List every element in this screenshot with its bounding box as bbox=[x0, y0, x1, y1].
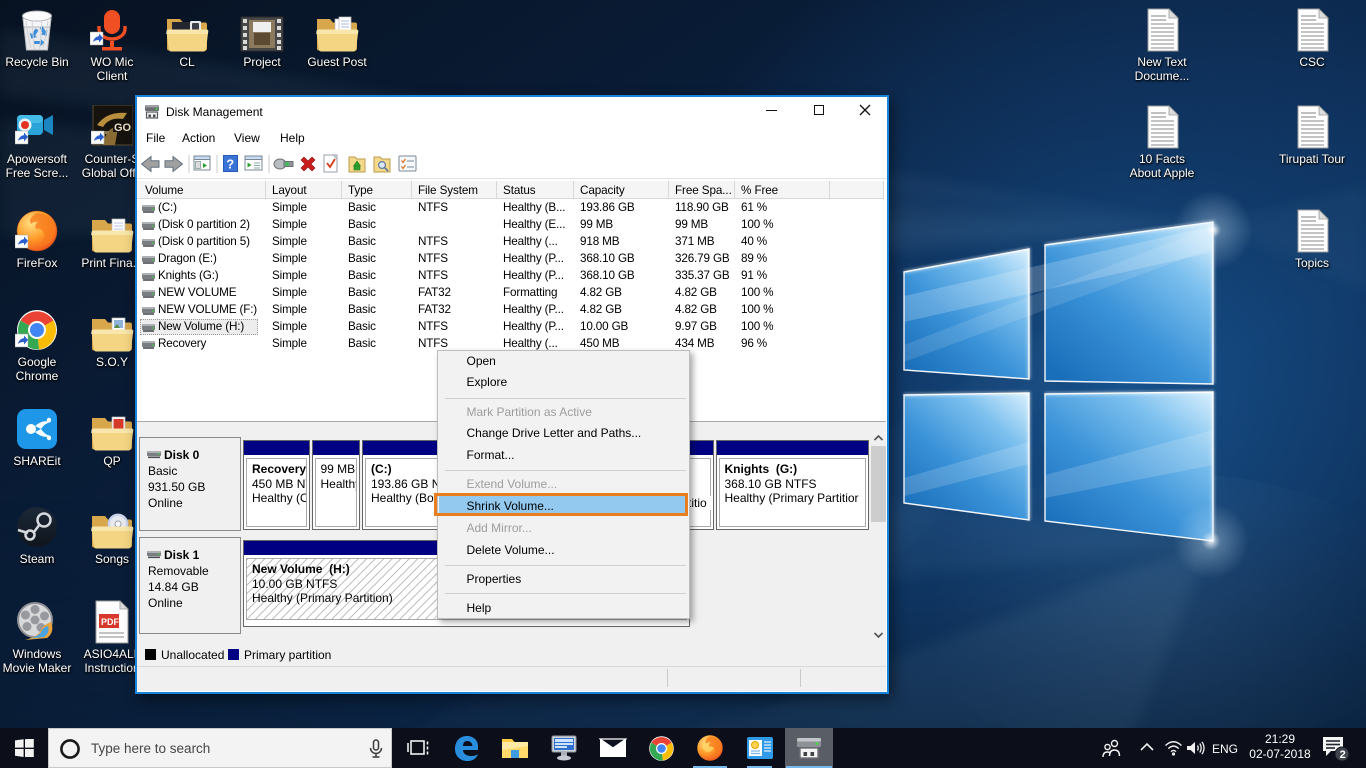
svg-text:GO: GO bbox=[114, 122, 132, 134]
svg-text:2: 2 bbox=[1340, 749, 1346, 761]
svg-text:?: ? bbox=[226, 157, 234, 172]
svg-text:PDF: PDF bbox=[101, 617, 120, 627]
